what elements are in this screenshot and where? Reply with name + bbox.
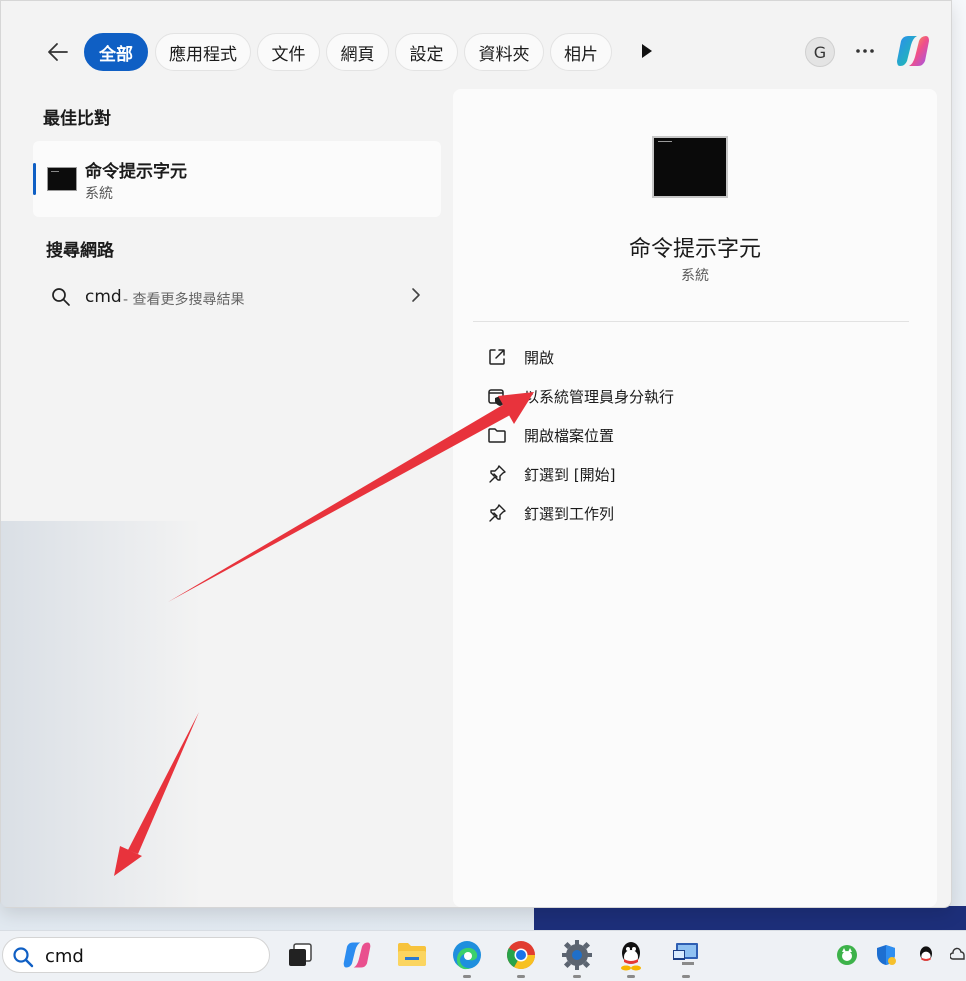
pin-icon [489, 504, 506, 522]
file-explorer-button[interactable] [394, 937, 430, 973]
search-icon [52, 288, 70, 306]
tab-all[interactable]: 全部 [84, 33, 148, 71]
chrome-icon [507, 941, 535, 969]
settings-icon [562, 940, 592, 970]
qq-icon [621, 942, 641, 971]
web-search-query: cmd [85, 287, 122, 307]
action-open-label: 開啟 [524, 348, 555, 367]
preview-divider [473, 321, 909, 322]
edge-icon [453, 941, 481, 970]
copilot-button[interactable] [895, 33, 931, 69]
panel-shadow-fade [1, 521, 201, 907]
action-run-as-admin[interactable]: 以系統管理員身分執行 [485, 381, 905, 411]
action-run-as-admin-label: 以系統管理員身分執行 [524, 387, 675, 406]
more-tabs-button[interactable] [635, 39, 659, 63]
taskbar-search-input[interactable] [43, 942, 257, 970]
defender-shield-icon [877, 945, 896, 965]
tray-cat-app[interactable] [835, 943, 859, 967]
task-view-button[interactable] [282, 937, 318, 973]
play-triangle-icon [642, 44, 652, 58]
preview-app-type: 系統 [681, 268, 709, 284]
tab-photos[interactable]: 相片 [550, 33, 612, 71]
tab-documents[interactable]: 文件 [257, 33, 320, 71]
taskbar [0, 930, 966, 981]
web-search-result[interactable]: cmd - 查看更多搜尋結果 [33, 277, 441, 317]
more-options-button[interactable] [851, 37, 879, 65]
tab-apps[interactable]: 應用程式 [155, 33, 251, 71]
tab-folders[interactable]: 資料夾 [464, 33, 544, 71]
chevron-right-icon [412, 288, 420, 302]
tray-qq[interactable] [914, 943, 938, 967]
command-prompt-large-icon [652, 136, 728, 198]
cloud-icon [950, 947, 965, 960]
action-pin-to-start-label: 釘選到 [開始] [524, 465, 616, 484]
action-pin-to-taskbar-label: 釘選到工作列 [524, 504, 615, 523]
taskbar-search-box[interactable] [2, 937, 270, 973]
copilot-icon [343, 942, 371, 968]
search-icon [13, 947, 34, 968]
selection-indicator [33, 163, 36, 195]
action-open-file-location[interactable]: 開啟檔案位置 [485, 420, 905, 450]
action-pin-to-start[interactable]: 釘選到 [開始] [485, 459, 905, 489]
best-match-result[interactable]: 命令提示字元 系統 [33, 141, 441, 217]
best-match-type: 系統 [85, 186, 113, 202]
best-match-name: 命令提示字元 [85, 162, 187, 182]
network-app-running-indicator [682, 975, 690, 978]
shield-admin-icon [488, 389, 505, 406]
action-open-file-location-label: 開啟檔案位置 [524, 426, 615, 445]
task-view-icon [289, 943, 312, 966]
edge-running-indicator [463, 975, 471, 978]
filter-bar: 全部 應用程式 文件 網頁 設定 資料夾 相片 G [1, 29, 951, 75]
network-app-button[interactable] [668, 937, 704, 973]
edge-button[interactable] [449, 937, 485, 973]
chrome-running-indicator [517, 975, 525, 978]
desktop-wallpaper-strip [534, 906, 966, 930]
qq-running-indicator [627, 975, 635, 978]
tab-settings[interactable]: 設定 [395, 33, 458, 71]
tray-cloud[interactable] [950, 943, 966, 967]
settings-running-indicator [573, 975, 581, 978]
web-search-hint: - 查看更多搜尋結果 [123, 292, 245, 308]
back-button[interactable] [43, 37, 73, 67]
settings-button[interactable] [559, 937, 595, 973]
action-pin-to-taskbar[interactable]: 釘選到工作列 [485, 498, 905, 528]
preview-app-name: 命令提示字元 [628, 237, 761, 262]
action-open[interactable]: 開啟 [485, 342, 905, 372]
copilot-taskbar-button[interactable] [339, 937, 375, 973]
preview-pane: 命令提示字元 系統 開啟 以系統管理員身分執行 開啟檔案位置 釘選到 [開始] … [453, 89, 937, 907]
tray-defender[interactable] [874, 943, 898, 967]
search-web-heading: 搜尋網路 [46, 241, 114, 261]
tab-web[interactable]: 網頁 [326, 33, 389, 71]
cat-app-icon [837, 945, 857, 965]
account-avatar[interactable]: G [805, 37, 835, 67]
qq-tray-icon [920, 946, 932, 961]
file-explorer-icon [398, 943, 426, 966]
back-arrow-icon [48, 43, 68, 61]
copilot-icon [897, 36, 929, 66]
best-match-heading: 最佳比對 [43, 109, 111, 129]
open-external-icon [489, 349, 505, 365]
qq-button[interactable] [613, 937, 649, 973]
chrome-button[interactable] [503, 937, 539, 973]
ellipsis-icon [856, 49, 874, 53]
folder-icon [488, 428, 506, 443]
network-computer-icon [673, 943, 698, 965]
pin-icon [489, 465, 506, 483]
start-search-panel: 全部 應用程式 文件 網頁 設定 資料夾 相片 G 最佳比對 命令提示字元 系統… [0, 0, 952, 908]
command-prompt-icon [47, 167, 77, 191]
